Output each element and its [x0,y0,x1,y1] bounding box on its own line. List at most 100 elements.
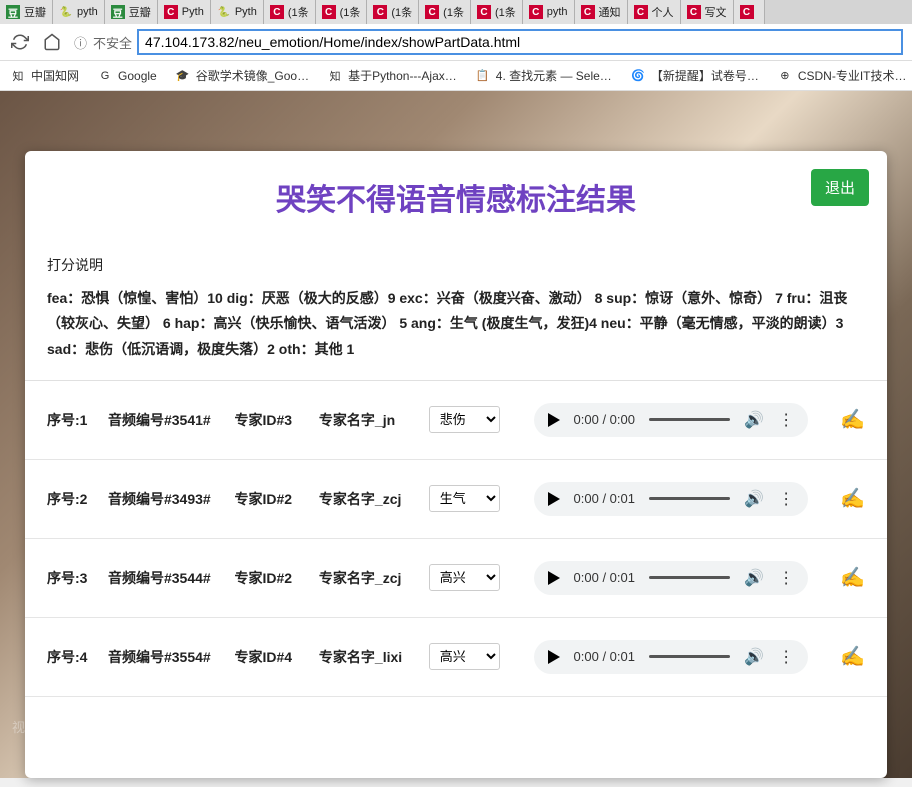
edit-icon[interactable]: ✍ [840,644,865,669]
bookmark-item[interactable]: 🌀【新提醒】试卷号… [630,67,759,84]
browser-tab[interactable]: C(1条 [471,0,523,24]
bookmark-label: 4. 查找元素 — Sele… [496,67,612,84]
bookmark-item[interactable]: 📋4. 查找元素 — Sele… [475,67,612,84]
security-label: 不安全 [93,33,132,52]
volume-icon[interactable]: 🔊 [744,647,764,667]
bookmark-item[interactable]: 知基于Python---Ajax… [327,67,457,84]
edit-icon[interactable]: ✍ [840,565,865,590]
bookmark-item[interactable]: GGoogle [97,68,157,84]
browser-tab[interactable]: 🐍 Pyth [211,0,264,24]
play-icon[interactable] [548,650,560,664]
bookmark-icon: 知 [10,68,26,84]
bookmark-item[interactable]: 🎓谷歌学术镜像_Goo… [175,67,309,84]
volume-icon[interactable]: 🔊 [744,489,764,509]
reload-icon[interactable] [10,32,30,52]
row-seq: 序号:4 [47,647,94,667]
home-icon[interactable] [42,32,62,52]
volume-icon[interactable]: 🔊 [744,410,764,430]
progress-bar[interactable] [649,576,730,579]
play-icon[interactable] [548,413,560,427]
tab-label: Pyth [182,6,204,18]
browser-tab[interactable]: 豆豆瓣 [105,0,158,24]
browser-tab[interactable]: C [734,0,765,24]
exit-button[interactable]: 退出 [811,169,869,206]
browser-tab[interactable]: C写文 [681,0,734,24]
tab-favicon: 🐍 [217,5,231,19]
row-audio-id: 音频编号#3493# [108,489,221,509]
audio-player[interactable]: 0:00 / 0:01 🔊 ⋮ [534,482,809,516]
bookmark-label: CSDN-专业IT技术… [798,67,907,84]
rows-container: 序号:1 音频编号#3541# 专家ID#3 专家名字_jn 悲伤生气高兴恐惧厌… [25,381,887,778]
audio-time: 0:00 / 0:01 [574,570,635,585]
audio-menu-icon[interactable]: ⋮ [778,489,794,509]
audio-player[interactable]: 0:00 / 0:01 🔊 ⋮ [534,640,809,674]
audio-time: 0:00 / 0:01 [574,491,635,506]
bookmarks-bar: 知中国知网GGoogle🎓谷歌学术镜像_Goo…知基于Python---Ajax… [0,61,912,91]
play-icon[interactable] [548,571,560,585]
tab-label: (1条 [443,4,464,20]
audio-player[interactable]: 0:00 / 0:00 🔊 ⋮ [534,403,809,437]
browser-tabs: 豆豆瓣🐍pyth豆豆瓣CPyth🐍PythC(1条C(1条C(1条C(1条C(1… [0,0,912,24]
emotion-select[interactable]: 悲伤生气高兴恐惧厌恶兴奋惊讶沮丧平静其他 [429,643,500,670]
browser-tab[interactable]: C通知 [575,0,628,24]
description-title: 打分说明 [47,253,865,278]
watermark-left: 视览 [12,717,38,736]
play-icon[interactable] [548,492,560,506]
browser-tab[interactable]: Cpyth [523,0,575,24]
progress-bar[interactable] [649,418,730,421]
row-expert-name: 专家名字_jn [319,410,415,430]
tab-label: 豆瓣 [129,4,151,20]
browser-tab[interactable]: C Pyth [158,0,211,24]
bookmark-item[interactable]: ⊕ CSDN-专业IT技术… [777,67,907,84]
audio-player[interactable]: 0:00 / 0:01 🔊 ⋮ [534,561,809,595]
tab-label: 豆瓣 [24,4,46,20]
audio-menu-icon[interactable]: ⋮ [778,647,794,667]
row-expert-name: 专家名字_lixi [319,647,415,667]
row-expert-id: 专家ID#3 [234,410,304,430]
audio-menu-icon[interactable]: ⋮ [778,568,794,588]
audio-time: 0:00 / 0:01 [574,649,635,664]
page-title: 哭笑不得语音情感标注结果 [45,175,867,219]
browser-tab[interactable]: C(1条 [264,0,316,24]
browser-tab[interactable]: 🐍pyth [53,0,105,24]
bookmark-label: 谷歌学术镜像_Goo… [196,67,309,84]
emotion-select[interactable]: 悲伤生气高兴恐惧厌恶兴奋惊讶沮丧平静其他 [429,564,500,591]
tab-favicon: C [634,5,648,19]
tab-favicon: C [322,5,336,19]
tab-favicon: C [373,5,387,19]
tab-label: 通知 [599,4,621,20]
emotion-select[interactable]: 悲伤生气高兴恐惧厌恶兴奋惊讶沮丧平静其他 [429,406,500,433]
volume-icon[interactable]: 🔊 [744,568,764,588]
row-expert-name: 专家名字_zcj [319,489,415,509]
url-input[interactable] [138,30,902,54]
data-row: 序号:3 音频编号#3544# 专家ID#2 专家名字_zcj 悲伤生气高兴恐惧… [25,539,887,618]
edit-icon[interactable]: ✍ [840,407,865,432]
bookmark-label: 基于Python---Ajax… [348,67,457,84]
progress-bar[interactable] [649,497,730,500]
browser-tab[interactable]: C(1条 [367,0,419,24]
bookmark-icon: 知 [327,68,343,84]
edit-icon[interactable]: ✍ [840,486,865,511]
row-seq: 序号:1 [47,410,94,430]
row-audio-id: 音频编号#3541# [108,410,221,430]
tab-label: pyth [77,6,98,18]
browser-navbar: ⓘ 不安全 [0,24,912,61]
audio-time: 0:00 / 0:00 [574,412,635,427]
url-bar: ⓘ 不安全 [74,30,902,54]
emotion-select[interactable]: 悲伤生气高兴恐惧厌恶兴奋惊讶沮丧平静其他 [429,485,500,512]
data-row: 序号:2 音频编号#3493# 专家ID#2 专家名字_zcj 悲伤生气高兴恐惧… [25,460,887,539]
browser-tab[interactable]: C(1条 [316,0,368,24]
browser-tab[interactable]: 豆豆瓣 [0,0,53,24]
tab-favicon: C [164,5,178,19]
data-row: 序号:1 音频编号#3541# 专家ID#3 专家名字_jn 悲伤生气高兴恐惧厌… [25,381,887,460]
browser-tab[interactable]: C(1条 [419,0,471,24]
card-header: 哭笑不得语音情感标注结果 退出 [25,151,887,239]
tab-favicon: C [529,5,543,19]
browser-tab[interactable]: C个人 [628,0,681,24]
tab-label: Pyth [235,6,257,18]
progress-bar[interactable] [649,655,730,658]
bookmark-icon: ⊕ [777,68,793,84]
audio-menu-icon[interactable]: ⋮ [778,410,794,430]
watermark: https://blog.csdn.net/qq_36523007 [673,747,873,762]
bookmark-item[interactable]: 知中国知网 [10,67,79,84]
